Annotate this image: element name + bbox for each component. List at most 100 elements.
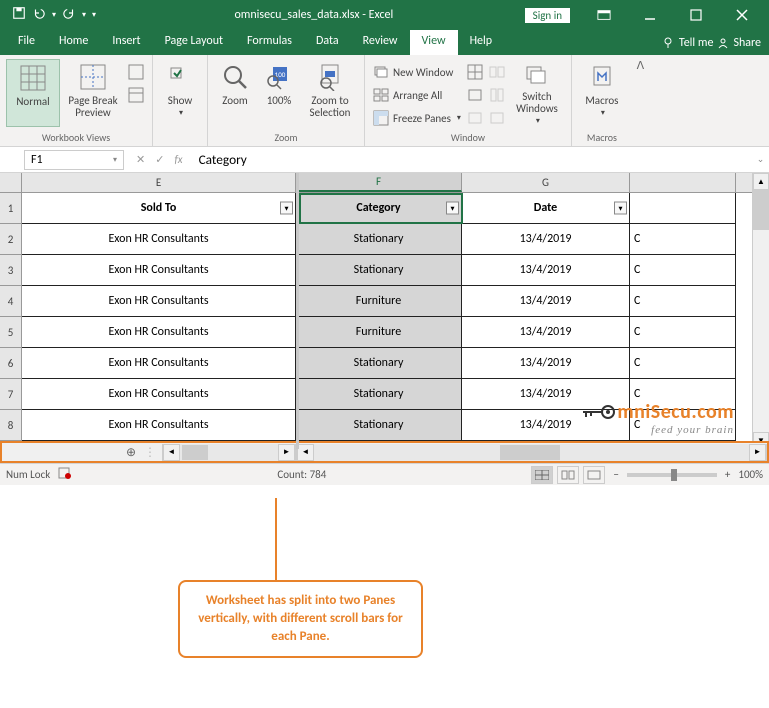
cell[interactable] (630, 193, 736, 224)
row-header[interactable]: 7 (0, 379, 22, 410)
new-window-button[interactable]: New Window (371, 61, 463, 83)
custom-views-icon[interactable] (126, 84, 146, 106)
cell[interactable]: 13/4/2019 (462, 286, 630, 317)
cell[interactable]: Stationary (296, 410, 462, 441)
page-layout-view-icon[interactable] (557, 466, 579, 484)
tab-data[interactable]: Data (304, 30, 351, 55)
zoom-button[interactable]: Zoom (214, 59, 256, 127)
cell[interactable]: 13/4/2019 (462, 317, 630, 348)
add-sheet-icon[interactable]: ⊕ (126, 445, 136, 460)
horizontal-scrollbar-right-pane[interactable]: ◄ ► (296, 444, 767, 461)
minimize-button[interactable] (627, 0, 673, 30)
zoom-level[interactable]: 100% (738, 468, 763, 481)
normal-view-icon[interactable] (531, 466, 553, 484)
page-break-preview-button[interactable]: Page Break Preview (62, 59, 124, 127)
redo-icon[interactable] (62, 6, 76, 24)
normal-view-button[interactable]: Normal (6, 59, 60, 127)
ribbon-options-icon[interactable] (581, 8, 627, 22)
tell-me[interactable]: Tell me (663, 36, 714, 50)
scroll-right-icon[interactable]: ► (749, 444, 766, 461)
cell[interactable]: Stationary (296, 348, 462, 379)
undo-icon[interactable] (32, 6, 46, 24)
cell[interactable]: C (630, 224, 736, 255)
row-header[interactable]: 8 (0, 410, 22, 441)
cell[interactable]: Exon HR Consultants (22, 410, 296, 441)
cell[interactable]: C (630, 317, 736, 348)
cell[interactable]: Exon HR Consultants (22, 255, 296, 286)
scroll-left-icon[interactable]: ◄ (297, 444, 314, 461)
scroll-thumb[interactable] (182, 445, 208, 460)
formula-input[interactable] (191, 149, 752, 170)
cell[interactable]: Exon HR Consultants (22, 348, 296, 379)
cell[interactable]: 13/4/2019 (462, 255, 630, 286)
cell[interactable]: Furniture (296, 317, 462, 348)
arrange-all-button[interactable]: Arrange All (371, 84, 463, 106)
cell[interactable]: Stationary (296, 379, 462, 410)
horizontal-scrollbar-left-pane[interactable]: ◄ ► (162, 444, 296, 461)
row-header[interactable]: 1 (0, 193, 22, 224)
show-button[interactable]: Show▾ (159, 59, 201, 127)
collapse-ribbon-icon[interactable]: ᐱ (632, 55, 649, 146)
reset-window-button[interactable] (487, 107, 507, 129)
cell[interactable]: 13/4/2019 (462, 224, 630, 255)
sync-scroll-button[interactable] (487, 84, 507, 106)
scroll-thumb[interactable] (753, 190, 769, 230)
cell[interactable]: Exon HR Consultants (22, 379, 296, 410)
view-side-by-side-button[interactable] (487, 61, 507, 83)
tab-view[interactable]: View (410, 30, 458, 55)
column-header-g[interactable]: G (462, 173, 630, 192)
cell[interactable]: Exon HR Consultants (22, 286, 296, 317)
cell[interactable]: Stationary (296, 224, 462, 255)
enter-icon[interactable]: ✓ (155, 153, 164, 166)
cell[interactable]: C (630, 348, 736, 379)
cell[interactable]: Sold To▾ (22, 193, 296, 224)
cell[interactable]: C (630, 286, 736, 317)
zoom-in-button[interactable]: + (721, 468, 734, 481)
column-header-e[interactable]: E (22, 173, 296, 192)
signin-button[interactable]: Sign in (524, 7, 571, 24)
page-layout-icon[interactable] (126, 61, 146, 83)
column-header-f[interactable]: F (296, 173, 462, 192)
vertical-scrollbar[interactable]: ▲ ▼ (752, 173, 769, 449)
save-icon[interactable] (12, 6, 26, 24)
macros-button[interactable]: Macros▾ (578, 59, 626, 127)
tab-help[interactable]: Help (458, 30, 505, 55)
maximize-button[interactable] (673, 0, 719, 30)
cell[interactable]: Furniture (296, 286, 462, 317)
cell[interactable]: 13/4/2019 (462, 348, 630, 379)
share-button[interactable]: Share (717, 36, 761, 50)
unhide-button[interactable] (465, 107, 485, 129)
cell[interactable]: Category▾ (296, 193, 462, 224)
cell[interactable]: Stationary (296, 255, 462, 286)
cancel-icon[interactable]: ✕ (136, 153, 145, 166)
row-header[interactable]: 6 (0, 348, 22, 379)
scroll-left-icon[interactable]: ◄ (163, 444, 180, 461)
row-header[interactable]: 3 (0, 255, 22, 286)
tab-page-layout[interactable]: Page Layout (153, 30, 235, 55)
hide-button[interactable] (465, 84, 485, 106)
cell[interactable]: Exon HR Consultants (22, 317, 296, 348)
select-all-corner[interactable] (0, 173, 22, 192)
tab-review[interactable]: Review (351, 30, 410, 55)
expand-formula-bar-icon[interactable]: ⌄ (752, 154, 769, 165)
freeze-panes-button[interactable]: Freeze Panes▾ (371, 107, 463, 129)
cell[interactable]: Exon HR Consultants (22, 224, 296, 255)
switch-windows-button[interactable]: Switch Windows▾ (509, 59, 565, 127)
tab-formulas[interactable]: Formulas (235, 30, 304, 55)
scroll-thumb[interactable] (500, 445, 560, 460)
zoom-slider[interactable] (627, 473, 717, 477)
close-button[interactable] (719, 0, 765, 30)
scroll-right-icon[interactable]: ► (278, 444, 295, 461)
row-header[interactable]: 4 (0, 286, 22, 317)
tab-insert[interactable]: Insert (100, 30, 152, 55)
fx-icon[interactable]: fx (174, 153, 182, 166)
page-break-view-icon[interactable] (583, 466, 605, 484)
row-header[interactable]: 2 (0, 224, 22, 255)
macro-record-icon[interactable] (58, 466, 72, 483)
cell[interactable]: C (630, 255, 736, 286)
zoom-100-button[interactable]: 100 100% (258, 59, 300, 127)
filter-icon[interactable]: ▾ (446, 202, 459, 215)
filter-icon[interactable]: ▾ (280, 202, 293, 215)
cell[interactable]: Date▾ (462, 193, 630, 224)
split-bar[interactable] (296, 173, 299, 449)
